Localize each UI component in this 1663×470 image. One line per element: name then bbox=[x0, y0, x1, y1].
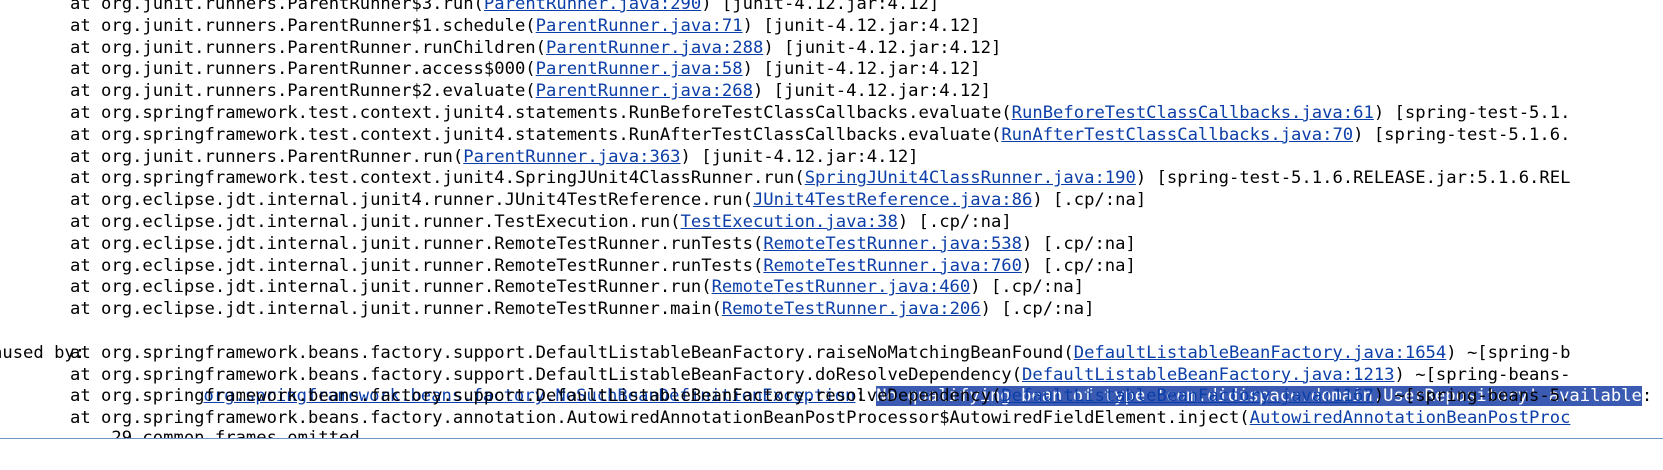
frame-method: at org.eclipse.jdt.internal.junit.runner… bbox=[70, 211, 681, 232]
source-link[interactable]: RunAfterTestClassCallbacks.java:70 bbox=[1001, 125, 1353, 145]
frame-jar: ) [.cp/:na] bbox=[1022, 233, 1136, 254]
frame-method: at org.eclipse.jdt.internal.junit.runner… bbox=[70, 299, 722, 320]
frame-jar: ) [spring-test-5.1. bbox=[1373, 102, 1571, 123]
frame-method: at org.eclipse.jdt.internal.junit.runner… bbox=[70, 277, 712, 298]
frame-jar: ) [junit-4.12.jar:4.12] bbox=[742, 59, 981, 80]
frame-jar: ) [junit-4.12.jar:4.12] bbox=[680, 146, 919, 167]
frame-jar: ) [junit-4.12.jar:4.12] bbox=[752, 81, 991, 102]
frame-jar: ) [.cp/:na] bbox=[1032, 190, 1147, 211]
frame-jar: ) [spring-test-5.1.6.RELEASE.jar:5.1.6.R… bbox=[1135, 168, 1571, 189]
frame-jar: ) ~[spring-b bbox=[1446, 342, 1571, 363]
frame-jar: ) [spring-test-5.1.6. bbox=[1353, 124, 1571, 145]
frame-jar: ) [junit-4.12.jar:4.12] bbox=[701, 0, 940, 14]
frame-method: at org.springframework.beans.factory.ann… bbox=[70, 408, 1250, 429]
stack-frame-line: at org.eclipse.jdt.internal.junit4.runne… bbox=[0, 190, 1663, 212]
stack-frame-line: at org.eclipse.jdt.internal.junit.runner… bbox=[0, 234, 1663, 256]
frame-method: at org.junit.runners.ParentRunner$2.eval… bbox=[70, 81, 536, 102]
source-link[interactable]: RemoteTestRunner.java:538 bbox=[763, 234, 1022, 254]
stack-frame-line: at org.eclipse.jdt.internal.junit.runner… bbox=[0, 277, 1663, 299]
source-link[interactable]: SpringJUnit4ClassRunner.java:190 bbox=[805, 168, 1136, 188]
source-link[interactable]: ParentRunner.java:71 bbox=[536, 16, 743, 36]
source-link[interactable]: RemoteTestRunner.java:760 bbox=[763, 256, 1022, 276]
stack-frame-line: at org.springframework.test.context.juni… bbox=[0, 168, 1663, 190]
stack-frame-line: at org.eclipse.jdt.internal.junit.runner… bbox=[0, 256, 1663, 278]
frame-method: at org.eclipse.jdt.internal.junit.runner… bbox=[70, 255, 764, 276]
console-output: at org.junit.runners.ParentRunner$3.run(… bbox=[0, 0, 1663, 464]
source-link[interactable]: DefaultListableBeanFactory.java:1167 bbox=[1001, 386, 1374, 406]
stack-frame-line: at org.springframework.beans.factory.sup… bbox=[0, 343, 1663, 365]
frame-method: at org.eclipse.jdt.internal.junit.runner… bbox=[70, 233, 764, 254]
frame-method: at org.springframework.beans.factory.sup… bbox=[70, 342, 1074, 363]
frame-method: at org.springframework.test.context.juni… bbox=[70, 102, 1012, 123]
stack-frame-line: at org.junit.runners.ParentRunner.runChi… bbox=[0, 38, 1663, 60]
source-link[interactable]: AutowiredAnnotationBeanPostProc bbox=[1250, 408, 1571, 428]
stack-frame-line: at org.junit.runners.ParentRunner.access… bbox=[0, 59, 1663, 81]
source-link[interactable]: TestExecution.java:38 bbox=[681, 212, 898, 232]
frame-jar: ) ~[spring-beans-5. bbox=[1373, 386, 1571, 407]
stack-frame-line: at org.junit.runners.ParentRunner$2.eval… bbox=[0, 81, 1663, 103]
source-link[interactable]: RemoteTestRunner.java:206 bbox=[722, 299, 981, 319]
frame-method: at org.junit.runners.ParentRunner.access… bbox=[70, 59, 536, 80]
frame-method: at org.springframework.test.context.juni… bbox=[70, 124, 1002, 145]
stack-frame-line: at org.junit.runners.ParentRunner$1.sche… bbox=[0, 16, 1663, 38]
stack-frame-line: at org.junit.runners.ParentRunner$3.run(… bbox=[0, 0, 1663, 16]
frame-jar: ) [.cp/:na] bbox=[980, 299, 1095, 320]
source-link[interactable]: ParentRunner.java:58 bbox=[536, 59, 743, 79]
stack-frame-line: at org.springframework.test.context.juni… bbox=[0, 103, 1663, 125]
frame-jar: ) [.cp/:na] bbox=[1022, 255, 1136, 276]
caused-by-line: aused by: org.springframework.beans.fact… bbox=[0, 321, 1663, 407]
frame-method: at org.junit.runners.ParentRunner$3.run( bbox=[70, 0, 484, 14]
frame-method: at org.springframework.beans.factory.sup… bbox=[70, 364, 1022, 385]
frame-jar: ) [junit-4.12.jar:4.12] bbox=[742, 15, 981, 36]
stack-frame-line: at org.junit.runners.ParentRunner.run(Pa… bbox=[0, 147, 1663, 169]
frame-jar: ) [junit-4.12.jar:4.12] bbox=[763, 37, 1002, 58]
stack-frame-line: at org.eclipse.jdt.internal.junit.runner… bbox=[0, 212, 1663, 234]
source-link[interactable]: ParentRunner.java:268 bbox=[536, 81, 753, 101]
source-link[interactable]: ParentRunner.java:288 bbox=[546, 38, 763, 58]
frame-jar: ) ~[spring-beans- bbox=[1394, 364, 1571, 385]
frame-method: at org.eclipse.jdt.internal.junit4.runne… bbox=[70, 190, 753, 211]
source-link[interactable]: ParentRunner.java:363 bbox=[463, 147, 680, 167]
stack-frame-line: at org.springframework.test.context.juni… bbox=[0, 125, 1663, 147]
source-link[interactable]: ParentRunner.java:290 bbox=[484, 0, 701, 14]
frame-method: at org.springframework.beans.factory.sup… bbox=[70, 386, 1002, 407]
source-link[interactable]: RemoteTestRunner.java:460 bbox=[712, 277, 971, 297]
source-link[interactable]: DefaultListableBeanFactory.java:1213 bbox=[1022, 365, 1395, 385]
source-link[interactable]: JUnit4TestReference.java:86 bbox=[753, 190, 1032, 210]
frame-jar: ) [.cp/:na] bbox=[970, 277, 1085, 298]
frame-method: at org.junit.runners.ParentRunner$1.sche… bbox=[70, 15, 536, 36]
frame-method: at org.springframework.test.context.juni… bbox=[70, 168, 805, 189]
stack-frame-line: at org.springframework.beans.factory.sup… bbox=[0, 386, 1663, 408]
source-link[interactable]: RunBeforeTestClassCallbacks.java:61 bbox=[1012, 103, 1374, 123]
stack-frame-line: at org.springframework.beans.factory.sup… bbox=[0, 365, 1663, 387]
source-link[interactable]: DefaultListableBeanFactory.java:1654 bbox=[1074, 343, 1447, 363]
console-lower-area bbox=[0, 439, 1663, 470]
frame-jar: ) [.cp/:na] bbox=[897, 211, 1012, 232]
stack-frame-line: at org.springframework.beans.factory.ann… bbox=[0, 408, 1663, 430]
frame-method: at org.junit.runners.ParentRunner.runChi… bbox=[70, 37, 546, 58]
stack-frame-line: at org.eclipse.jdt.internal.junit.runner… bbox=[0, 299, 1663, 321]
frame-method: at org.junit.runners.ParentRunner.run( bbox=[70, 146, 464, 167]
